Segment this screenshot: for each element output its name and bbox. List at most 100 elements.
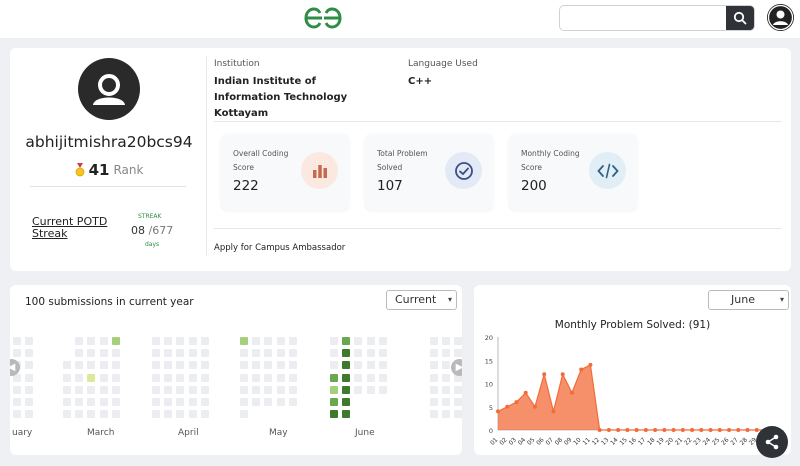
- data-point[interactable]: [588, 362, 593, 367]
- campus-ambassador-link[interactable]: Apply for Campus Ambassador: [214, 243, 345, 253]
- streak-label: STREAK: [138, 213, 162, 220]
- heatmap-cell: [342, 398, 351, 406]
- y-tick-label: 0: [489, 427, 493, 435]
- data-point[interactable]: [616, 428, 621, 432]
- heatmap-cell: [25, 337, 34, 345]
- heatmap-cell: [354, 361, 363, 370]
- heatmap-cell: [99, 385, 108, 394]
- heatmap-cell: [176, 361, 185, 370]
- heatmap-cell: [152, 410, 160, 419]
- data-point[interactable]: [569, 390, 574, 395]
- heatmap-cell: [164, 337, 173, 345]
- heatmap-cell: [378, 361, 387, 370]
- data-point[interactable]: [662, 428, 667, 432]
- heatmap-cell: [152, 337, 160, 345]
- heatmap-cell: [63, 410, 71, 419]
- heatmap-cell: [111, 349, 120, 358]
- heatmap-cell: [13, 337, 22, 345]
- search-button[interactable]: [726, 6, 754, 30]
- data-point[interactable]: [597, 428, 602, 432]
- heatmap-cell: [366, 337, 375, 345]
- data-point[interactable]: [496, 409, 500, 414]
- heatmap-cell: [200, 410, 209, 419]
- heatmap-cell: [152, 349, 160, 358]
- data-point[interactable]: [505, 404, 510, 409]
- month-label: April: [178, 428, 199, 438]
- data-point[interactable]: [690, 428, 695, 432]
- heatmap-cell: [454, 337, 462, 345]
- heatmap-cell: [164, 410, 173, 419]
- heatmap-cell: [342, 349, 351, 358]
- heatmap-cell: [252, 361, 261, 370]
- heatmap-cell: [25, 385, 34, 394]
- data-point[interactable]: [625, 428, 630, 432]
- data-point[interactable]: [532, 404, 537, 409]
- streak-value: 08 /677: [131, 224, 173, 237]
- heatmap-cell: [378, 349, 387, 358]
- data-point[interactable]: [606, 428, 611, 432]
- heatmap-cell: [75, 410, 84, 419]
- data-point[interactable]: [551, 409, 556, 414]
- heatmap-cell: [264, 337, 273, 345]
- heatmap-cell: [25, 398, 34, 406]
- heatmap-cell: [330, 398, 338, 406]
- potd-streak-link[interactable]: Current POTD Streak: [32, 216, 112, 240]
- heatmap-cell: [200, 349, 209, 358]
- heatmap-cell: [63, 373, 71, 382]
- heatmap-cell: [288, 373, 297, 382]
- heatmap-cell: [75, 385, 84, 394]
- heatmap-cell: [430, 373, 438, 382]
- heatmap-cell: [63, 361, 71, 370]
- heatmap-cell: [164, 349, 173, 358]
- heatmap-cell: [288, 349, 297, 358]
- stat-card-problems-solved: Total Problem Solved 107: [365, 134, 493, 210]
- heatmap-cell: [25, 373, 34, 382]
- data-point[interactable]: [745, 428, 750, 432]
- search-input[interactable]: [560, 6, 728, 30]
- data-point[interactable]: [680, 428, 685, 432]
- divider: [214, 121, 782, 122]
- data-point[interactable]: [634, 428, 639, 432]
- heatmap-cell: [188, 349, 197, 358]
- data-point[interactable]: [671, 428, 676, 432]
- heatmap-cell: [430, 398, 438, 406]
- heatmap-cell: [442, 373, 451, 382]
- data-point[interactable]: [736, 428, 741, 432]
- heatmap-cell: [75, 349, 84, 358]
- heatmap-cell: [188, 385, 197, 394]
- data-point[interactable]: [717, 428, 722, 432]
- data-point[interactable]: [727, 428, 732, 432]
- data-point[interactable]: [542, 372, 547, 377]
- data-point[interactable]: [708, 428, 713, 432]
- heatmap-cell: [342, 385, 351, 394]
- heatmap-cell: [264, 361, 273, 370]
- heatmap-cell: [252, 349, 261, 358]
- heatmap-cell: [63, 398, 71, 406]
- data-point[interactable]: [523, 390, 528, 395]
- heatmap-cell: [13, 398, 22, 406]
- heatmap-cell: [200, 385, 209, 394]
- data-point[interactable]: [643, 428, 648, 432]
- data-point[interactable]: [653, 428, 658, 432]
- heatmap-cell: [13, 410, 22, 419]
- data-point[interactable]: [579, 367, 584, 372]
- gfg-logo[interactable]: [302, 6, 344, 30]
- heatmap-cell: [378, 337, 387, 345]
- data-point[interactable]: [754, 428, 759, 432]
- streak-days-label: days: [145, 241, 160, 248]
- data-point[interactable]: [514, 400, 519, 405]
- data-point[interactable]: [560, 372, 565, 377]
- y-tick-label: 20: [485, 334, 493, 342]
- bar-chart-icon: [301, 152, 338, 189]
- profile-card: abhijitmishra20bcs94 41 Rank Current POT…: [10, 48, 791, 271]
- heatmap-next-arrow[interactable]: ▶: [451, 359, 462, 376]
- heatmap-cell: [99, 361, 108, 370]
- heatmap-cell: [164, 385, 173, 394]
- search-bar: [559, 5, 755, 31]
- heatmap-cell: [354, 373, 363, 382]
- user-avatar-icon[interactable]: [767, 4, 794, 31]
- check-circle-icon: [445, 152, 482, 189]
- share-button[interactable]: [756, 426, 788, 458]
- month-label: uary: [12, 428, 33, 438]
- data-point[interactable]: [699, 428, 704, 432]
